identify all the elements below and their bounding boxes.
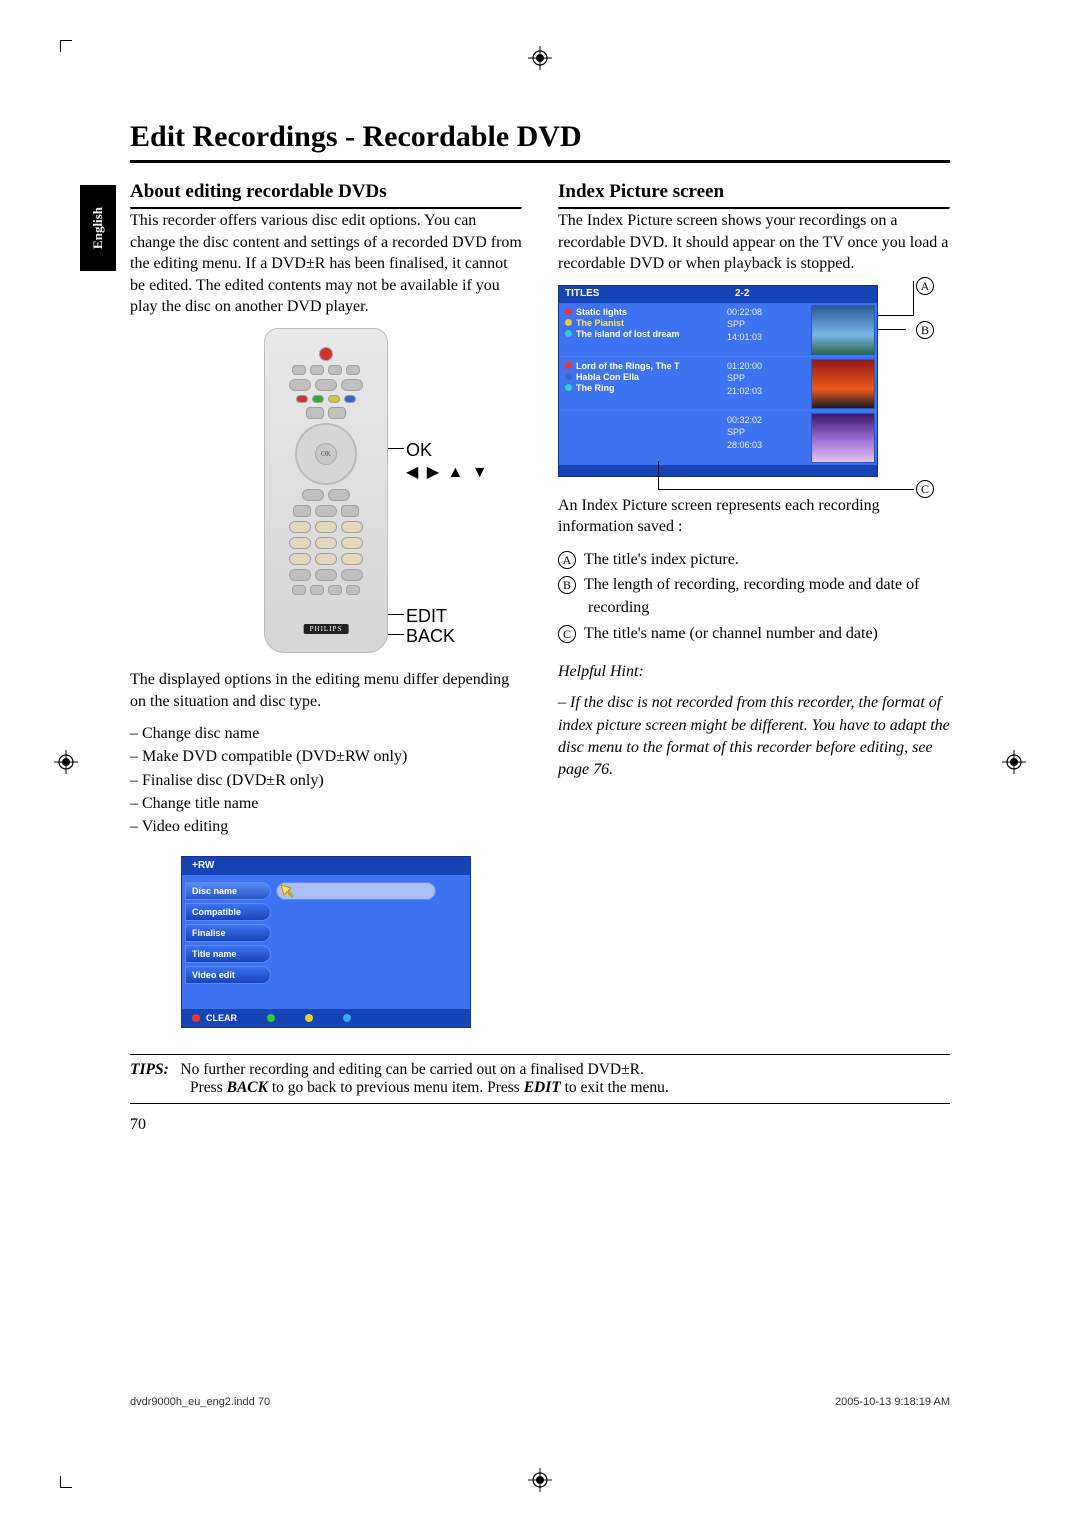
body-text: The displayed options in the editing men… xyxy=(130,669,522,712)
list-item: Video editing xyxy=(130,815,522,838)
clear-label: CLEAR xyxy=(206,1013,237,1023)
edit-menu-item: Video edit xyxy=(185,966,271,984)
red-dot-icon xyxy=(192,1014,200,1022)
page-number: 70 xyxy=(130,1116,950,1134)
crop-mark xyxy=(60,1476,72,1488)
footer-filename: dvdr9000h_eu_eng2.indd 70 xyxy=(130,1396,270,1408)
blue-dot-icon xyxy=(343,1014,351,1022)
rule xyxy=(130,160,950,163)
right-column: Index Picture screen The Index Picture s… xyxy=(558,181,950,1028)
edit-menu-textfield xyxy=(276,882,436,900)
callout-line xyxy=(658,489,914,490)
list-item: BThe length of recording, recording mode… xyxy=(558,573,950,619)
remote-illustration: OK PHILIPS OK ◀ ▶ ▲ ▼ EDIT BACK xyxy=(130,328,522,653)
yellow-dot-icon xyxy=(305,1014,313,1022)
footer-timestamp: 2005-10-13 9:18:19 AM xyxy=(835,1396,950,1408)
thumbnail-icon xyxy=(811,305,875,355)
registration-mark-icon xyxy=(526,1466,554,1494)
arrows-icon: ◀ ▶ ▲ ▼ xyxy=(406,462,490,482)
section-heading: About editing recordable DVDs xyxy=(130,181,522,203)
list-item: AThe title's index picture. xyxy=(558,548,950,571)
registration-mark-icon xyxy=(1000,748,1028,776)
callout-line xyxy=(913,281,914,315)
callout-a: A xyxy=(916,277,934,295)
tips-label: TIPS: xyxy=(130,1061,169,1078)
index-picture-screenshot: TITLES 2-2 Static lights The Pianist The… xyxy=(558,285,950,477)
remote-label-ok: OK xyxy=(406,440,432,461)
bullet-icon xyxy=(565,308,572,315)
language-tab: English xyxy=(80,185,116,271)
page-title: Edit Recordings - Recordable DVD xyxy=(130,120,950,154)
edit-menu-header: +RW xyxy=(182,857,470,875)
ips-header-count: 2-2 xyxy=(735,288,785,301)
crop-mark xyxy=(60,40,72,52)
dash-list: Change disc name Make DVD compatible (DV… xyxy=(130,722,522,838)
print-footer: dvdr9000h_eu_eng2.indd 70 2005-10-13 9:1… xyxy=(130,1396,950,1408)
green-dot-icon xyxy=(267,1014,275,1022)
remote-label-edit: EDIT xyxy=(406,606,447,627)
body-text: This recorder offers various disc edit o… xyxy=(130,210,522,318)
body-text: An Index Picture screen represents each … xyxy=(558,495,950,538)
edit-menu-item: Disc name xyxy=(185,882,271,900)
body-text: The Index Picture screen shows your reco… xyxy=(558,210,950,275)
callout-b: B xyxy=(916,321,934,339)
bullet-icon xyxy=(565,373,572,380)
bullet-icon xyxy=(565,362,572,369)
list-item: Finalise disc (DVD±R only) xyxy=(130,769,522,792)
edit-menu-item: Finalise xyxy=(185,924,271,942)
callout-line xyxy=(878,315,914,316)
registration-mark-icon xyxy=(526,44,554,72)
list-item: Change disc name xyxy=(130,722,522,745)
bullet-icon xyxy=(565,384,572,391)
list-item: CThe title's name (or channel number and… xyxy=(558,622,950,645)
cursor-icon xyxy=(278,882,296,900)
section-heading: Index Picture screen xyxy=(558,181,950,203)
remote-label-back: BACK xyxy=(406,626,455,647)
bullet-icon xyxy=(565,330,572,337)
tips-box: TIPS: No further recording and editing c… xyxy=(130,1054,950,1104)
list-item: Make DVD compatible (DVD±RW only) xyxy=(130,745,522,768)
registration-mark-icon xyxy=(52,748,80,776)
hint-label: Helpful Hint: xyxy=(558,661,950,683)
edit-menu-item: Title name xyxy=(185,945,271,963)
thumbnail-icon xyxy=(811,413,875,463)
edit-menu-screenshot: +RW Disc name Compatible Finalise Title … xyxy=(181,856,471,1028)
list-item: Change title name xyxy=(130,792,522,815)
hint-body: – If the disc is not recorded from this … xyxy=(558,692,950,782)
ips-header-titles: TITLES xyxy=(565,288,735,301)
callout-line xyxy=(878,329,906,330)
bullet-icon xyxy=(565,319,572,326)
edit-menu-footer: CLEAR xyxy=(182,1009,470,1027)
brand-label: PHILIPS xyxy=(304,624,349,634)
callout-c: C xyxy=(916,480,934,498)
left-column: About editing recordable DVDs This recor… xyxy=(130,181,522,1028)
abc-list: AThe title's index picture. BThe length … xyxy=(558,548,950,645)
callout-line xyxy=(658,461,659,489)
edit-menu-item: Compatible xyxy=(185,903,271,921)
thumbnail-icon xyxy=(811,359,875,409)
